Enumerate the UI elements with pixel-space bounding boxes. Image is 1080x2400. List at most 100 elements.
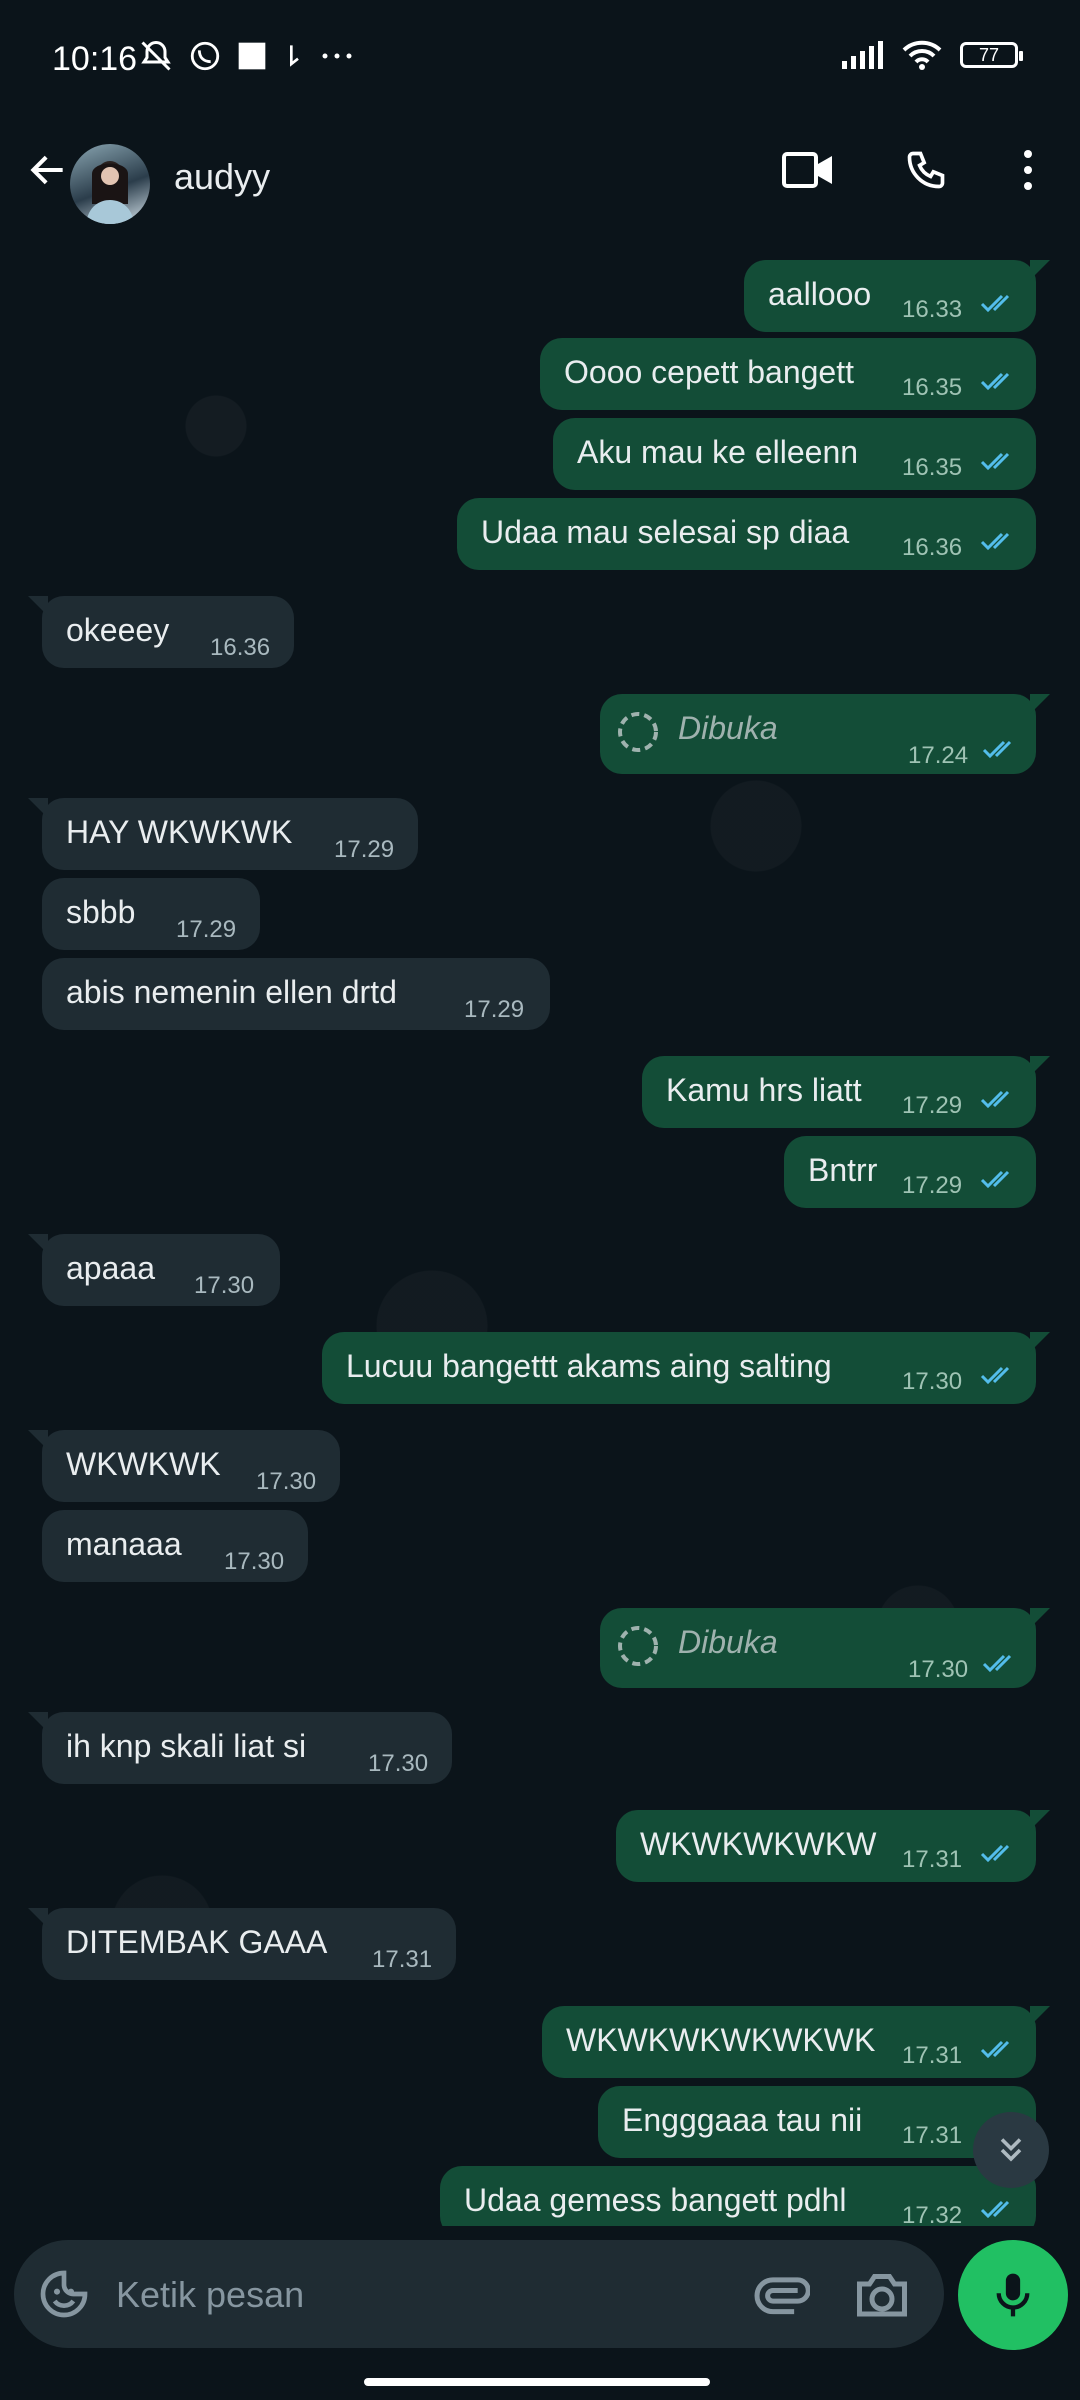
message-time: 16.35 (902, 374, 963, 401)
video-camera-icon (782, 152, 832, 188)
message-text: Udaa mau selesai sp diaa (481, 514, 850, 550)
message-text: ih knp skali liat si (66, 1728, 307, 1764)
message-bubble[interactable]: sbbb 17.29 (42, 878, 260, 950)
camera-icon[interactable] (852, 2264, 912, 2324)
microphone-icon (996, 2273, 1030, 2317)
message-bubble[interactable]: WKWKWKWKWKWK 17.31 (542, 2006, 1050, 2078)
battery-icon: 77 (960, 42, 1023, 68)
message-text: WKWKWKWKW (640, 1826, 877, 1862)
message-time: 16.33 (902, 296, 963, 323)
image-notification-icon (238, 42, 266, 70)
video-call-button[interactable] (776, 138, 840, 202)
message-bubble[interactable]: apaaa 17.30 (28, 1234, 280, 1306)
message-text: Bntrr (808, 1152, 878, 1188)
phone-icon (907, 151, 945, 189)
message-text: Oooo cepett bangett (564, 354, 854, 390)
message-text: Lucuu bangettt akams aing salting (346, 1348, 832, 1384)
message-bubble[interactable]: Bntrr 17.29 (784, 1136, 1036, 1208)
message-time: 17.30 (908, 1656, 969, 1683)
message-time: 17.31 (902, 2042, 963, 2069)
message-time: 16.36 (210, 634, 271, 661)
sticker-emoji-icon[interactable] (36, 2266, 92, 2322)
message-text: apaaa (66, 1250, 155, 1286)
view-once-message[interactable]: Dibuka 17.30 (600, 1608, 1050, 1688)
message-time: 17.29 (902, 1172, 963, 1199)
more-options-button[interactable] (996, 138, 1060, 202)
voice-message-button[interactable] (958, 2240, 1068, 2350)
message-text: abis nemenin ellen drtd (66, 974, 397, 1010)
read-ticks-icon (980, 372, 1010, 391)
message-list[interactable]: aallooo 16.33 Oooo cepett bangett 16.35 … (0, 226, 1080, 2226)
message-time: 17.30 (902, 1368, 963, 1395)
message-time: 17.32 (902, 2202, 963, 2226)
message-bubble[interactable]: DITEMBAK GAAA 17.31 (28, 1908, 456, 1980)
notification-icon (290, 45, 299, 67)
message-time: 17.29 (464, 996, 525, 1023)
message-composer: Ketik pesan (14, 2240, 944, 2348)
status-time: 10:16 (52, 40, 138, 78)
message-time: 17.29 (334, 836, 395, 863)
wifi-icon (902, 40, 942, 70)
status-notification-icons (138, 38, 354, 74)
voice-call-button[interactable] (894, 138, 958, 202)
message-bubble[interactable]: Udaa gemess bangett pdhl 17.32 (440, 2166, 1036, 2226)
message-time: 17.29 (902, 1092, 963, 1119)
paperclip-icon[interactable] (750, 2264, 810, 2324)
message-text: HAY WKWKWK (66, 814, 293, 850)
bell-off-icon (141, 40, 171, 71)
read-ticks-icon (980, 2040, 1010, 2059)
whatsapp-icon (190, 41, 220, 71)
message-bubble[interactable]: ih knp skali liat si 17.30 (28, 1712, 452, 1784)
message-bubble[interactable]: Kamu hrs liatt 17.29 (642, 1056, 1050, 1128)
view-once-icon (618, 1626, 658, 1666)
signal-icon (842, 41, 883, 69)
status-system-icons: 77 (842, 40, 1023, 70)
read-ticks-icon (980, 1366, 1010, 1385)
message-bubble[interactable]: WKWKWKWKW 17.31 (616, 1810, 1050, 1882)
message-time: 17.30 (194, 1272, 255, 1299)
read-ticks-icon (980, 452, 1010, 471)
scroll-to-bottom-button[interactable] (973, 2112, 1049, 2188)
read-ticks-icon (980, 532, 1010, 551)
read-ticks-icon (980, 2200, 1010, 2219)
message-time: 17.31 (902, 2122, 963, 2149)
message-text: Aku mau ke elleenn (577, 434, 859, 470)
message-bubble[interactable]: Lucuu bangettt akams aing salting 17.30 (322, 1332, 1050, 1404)
contact-name[interactable]: audyy (174, 156, 270, 198)
message-bubble[interactable]: manaaa 17.30 (42, 1510, 308, 1582)
message-time: 17.29 (176, 916, 237, 943)
message-bubble[interactable]: WKWKWK 17.30 (28, 1430, 340, 1502)
message-bubble[interactable]: aallooo 16.33 (744, 260, 1050, 332)
message-bubble[interactable]: HAY WKWKWK 17.29 (28, 798, 418, 870)
message-bubble[interactable]: Engggaaa tau nii 17.31 (598, 2086, 1036, 2158)
message-text: aallooo (768, 276, 872, 312)
message-text: Dibuka (678, 710, 778, 746)
message-time: 17.24 (908, 742, 969, 769)
message-bubble[interactable]: okeeey 16.36 (28, 596, 294, 668)
home-gesture-handle[interactable] (364, 2378, 710, 2386)
message-text: WKWKWK (66, 1446, 221, 1482)
battery-level: 77 (978, 44, 1000, 65)
system-navigation-bar (0, 2360, 1080, 2400)
more-notifications-icon (322, 53, 352, 59)
more-vertical-icon (1024, 150, 1032, 190)
arrow-left-icon (30, 155, 63, 185)
message-time: 17.31 (372, 1946, 433, 1973)
message-time: 17.31 (902, 1846, 963, 1873)
message-bubble[interactable]: abis nemenin ellen drtd 17.29 (42, 958, 550, 1030)
message-input[interactable]: Ketik pesan (116, 2274, 304, 2316)
message-time: 17.30 (224, 1548, 285, 1575)
read-ticks-icon (982, 740, 1012, 759)
message-time: 16.35 (902, 454, 963, 481)
read-ticks-icon (980, 1844, 1010, 1863)
avatar[interactable] (70, 144, 150, 224)
read-ticks-icon (980, 294, 1010, 313)
message-time: 16.36 (902, 534, 963, 561)
view-once-message[interactable]: Dibuka 17.24 (600, 694, 1050, 774)
avatar-photo-icon (86, 161, 134, 224)
message-bubble[interactable]: Udaa mau selesai sp diaa 16.36 (457, 498, 1036, 570)
status-bar: 10:16 77 (0, 0, 1080, 118)
double-chevron-down-icon (1000, 2138, 1022, 2162)
message-bubble[interactable]: Oooo cepett bangett 16.35 (540, 338, 1036, 410)
message-bubble[interactable]: Aku mau ke elleenn 16.35 (553, 418, 1036, 490)
